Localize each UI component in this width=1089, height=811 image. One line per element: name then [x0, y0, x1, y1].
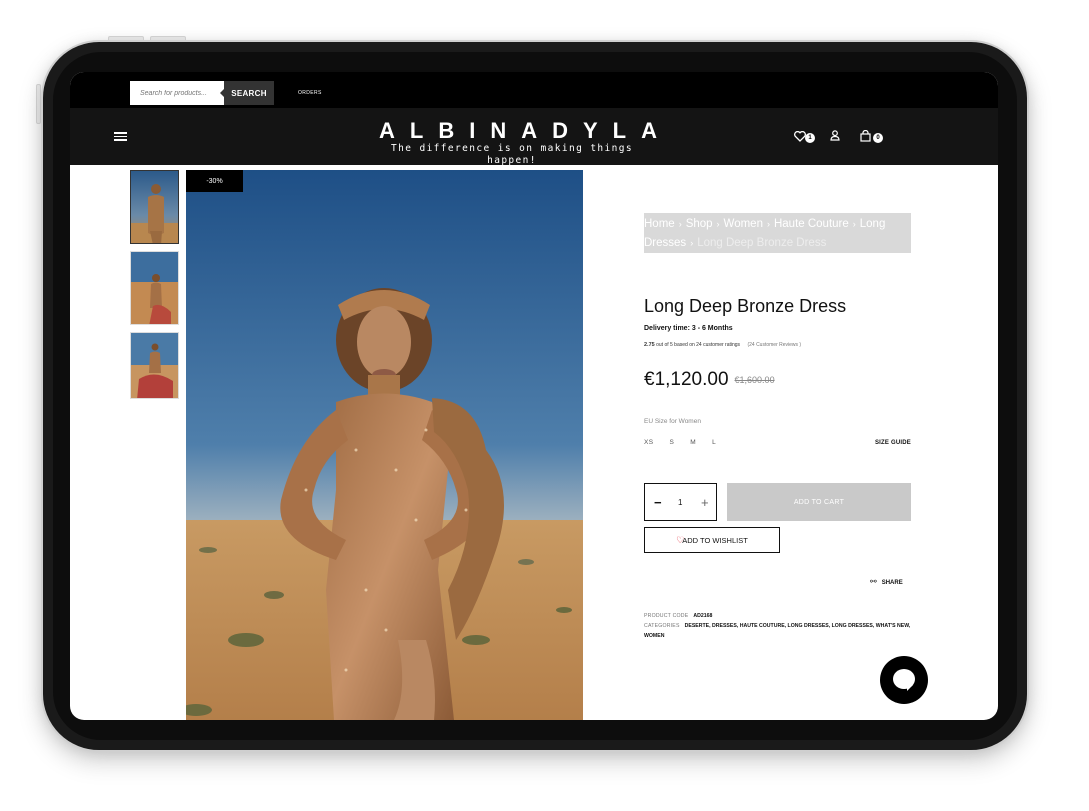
- add-to-wishlist-button[interactable]: ♡ ADD TO WISHLIST: [644, 527, 780, 553]
- stage: SEARCH ORDERS ALBINADYLA The difference …: [0, 0, 1089, 811]
- delivery-time: Delivery time: 3 - 6 Months: [644, 325, 733, 332]
- search-button[interactable]: SEARCH: [220, 81, 274, 105]
- share-button[interactable]: ⚯ SHARE: [870, 577, 903, 586]
- quantity-stepper: − 1 +: [644, 483, 717, 521]
- share-icon: ⚯: [870, 577, 877, 586]
- logo-tagline: The difference is on making things happe…: [390, 143, 634, 166]
- sale-badge: -30%: [186, 170, 243, 192]
- product-thumbnail[interactable]: [130, 170, 179, 244]
- rating-text: out of 5 based on 24 customer ratings: [656, 342, 741, 348]
- rating-value: 2.75: [644, 342, 655, 348]
- product-info: Home › Shop › Women › Haute Couture › Long Dress…: [644, 72, 911, 720]
- chevron-right-icon: ›: [766, 219, 770, 229]
- old-price: €1,600.00: [734, 375, 775, 385]
- size-option-m[interactable]: M: [690, 439, 696, 446]
- logo-text: ALBINADYLA: [379, 118, 672, 143]
- breadcrumb-home[interactable]: Home: [644, 218, 675, 230]
- breadcrumb-women[interactable]: Women: [724, 218, 763, 230]
- product-main-image[interactable]: [186, 170, 583, 720]
- product-code: AD2168: [693, 613, 713, 619]
- add-to-cart-button[interactable]: ADD TO CART: [727, 483, 911, 521]
- product-meta: PRODUCT CODE AD2168 CATEGORIES DESERTE, DR…: [644, 611, 911, 641]
- categories-label: CATEGORIES: [644, 623, 680, 629]
- quantity-value[interactable]: 1: [678, 498, 682, 507]
- size-guide-link[interactable]: SIZE GUIDE: [850, 440, 911, 446]
- share-label: SHARE: [881, 580, 903, 586]
- search-input[interactable]: [130, 81, 224, 105]
- breadcrumb-shop[interactable]: Shop: [686, 218, 713, 230]
- chat-icon-tail: [907, 685, 913, 691]
- size-option-s[interactable]: S: [669, 439, 674, 446]
- size-options: XS S M L: [644, 439, 732, 446]
- product-title: Long Deep Bronze Dress: [644, 296, 847, 316]
- breadcrumb-haute-couture[interactable]: Haute Couture: [774, 218, 849, 230]
- chevron-right-icon: ›: [716, 219, 720, 229]
- categories-list[interactable]: DESERTE, DRESSES, HAUTE COUTURE, LONG DR…: [644, 623, 910, 639]
- breadcrumb: Home › Shop › Women › Haute Couture › Long Dress…: [644, 213, 911, 253]
- breadcrumb-current: Long Deep Bronze Dress: [697, 237, 827, 249]
- site-logo[interactable]: ALBINADYLA The difference is on making t…: [364, 120, 660, 167]
- menu-icon[interactable]: [114, 132, 127, 141]
- product-thumbnail[interactable]: [130, 251, 179, 325]
- quantity-increase-button[interactable]: +: [701, 495, 709, 510]
- price: €1,120.00 €1,600.00: [644, 369, 775, 391]
- size-label: EU Size for Women: [644, 418, 701, 425]
- quantity-decrease-button[interactable]: −: [654, 495, 662, 510]
- product-thumbnail[interactable]: [130, 332, 179, 399]
- wishlist-label: ADD TO WISHLIST: [682, 535, 748, 545]
- product-code-label: PRODUCT CODE: [644, 613, 689, 619]
- orders-link[interactable]: ORDERS: [298, 90, 322, 96]
- screen: SEARCH ORDERS ALBINADYLA The difference …: [70, 72, 998, 720]
- rating-summary: 2.75 out of 5 based on 24 customer ratin…: [644, 342, 801, 348]
- reviews-link[interactable]: (24 Customer Reviews ): [747, 342, 801, 348]
- chevron-right-icon: ›: [678, 219, 682, 229]
- chevron-right-icon: ›: [852, 219, 856, 229]
- current-price: €1,120.00: [644, 369, 729, 390]
- chevron-right-icon: ›: [690, 238, 694, 248]
- size-option-l[interactable]: L: [712, 439, 716, 446]
- chat-button[interactable]: [880, 656, 928, 704]
- size-option-xs[interactable]: XS: [644, 439, 653, 446]
